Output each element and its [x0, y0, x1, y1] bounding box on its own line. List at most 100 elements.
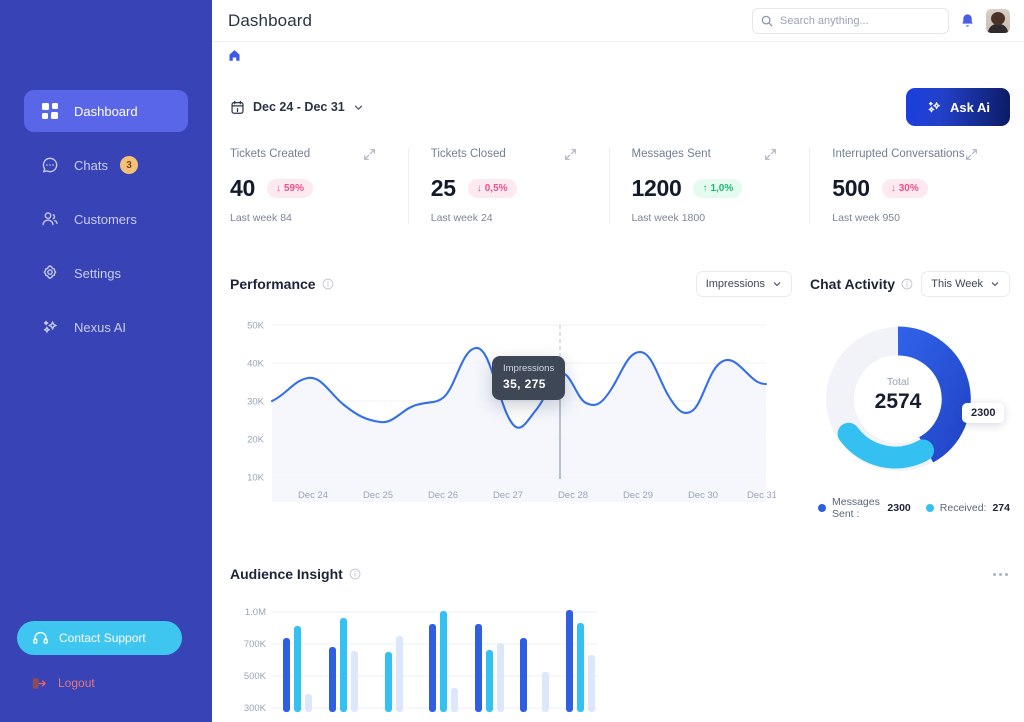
- expand-icon[interactable]: [564, 148, 577, 161]
- sidebar-item-dashboard[interactable]: Dashboard: [24, 90, 188, 132]
- kpi-delta-badge: ↑ 1,0%: [693, 179, 743, 198]
- tooltip-label: Impressions: [503, 363, 555, 374]
- breadcrumb: [212, 42, 1024, 68]
- kpi-value: 25: [430, 175, 456, 201]
- chat-bubble-icon: [40, 155, 60, 175]
- sidebar-item-nexus-ai[interactable]: Nexus AI: [24, 306, 188, 348]
- svg-text:30K: 30K: [247, 397, 265, 408]
- kpi-title: Interrupted Conversations: [832, 148, 965, 160]
- kpi-value: 40: [230, 175, 255, 201]
- chat-activity-legend: Messages Sent : 2300 Received: 274: [810, 496, 1010, 520]
- chart-row: Performance Impressions 50K 40K 30K 20K …: [212, 270, 1024, 520]
- audience-bar-chart: 1.0M 700K 500K 300K: [244, 607, 598, 712]
- sidebar-item-customers[interactable]: Customers: [24, 198, 188, 240]
- svg-text:40K: 40K: [247, 359, 265, 370]
- kpi-value: 500: [832, 175, 870, 201]
- kpi-card-tickets-created: Tickets Created 40 ↓ 59% Last week 84: [230, 148, 408, 224]
- kpi-title: Messages Sent: [631, 148, 711, 160]
- svg-text:Dec 28: Dec 28: [558, 490, 588, 501]
- chat-activity-title: Chat Activity: [810, 276, 896, 292]
- contact-support-label: Contact Support: [59, 631, 146, 645]
- svg-text:50K: 50K: [247, 321, 265, 332]
- svg-text:Dec 27: Dec 27: [493, 490, 523, 501]
- sidebar-item-label: Chats: [74, 157, 108, 173]
- svg-text:1.0M: 1.0M: [245, 607, 266, 618]
- sparkle-icon: [40, 317, 60, 337]
- sidebar-nav: Dashboard Chats 3 Customers Settings Nex…: [0, 90, 212, 360]
- toolbar: Dec 24 - Dec 31 Ask Ai: [212, 80, 1024, 134]
- ask-ai-label: Ask Ai: [950, 99, 990, 115]
- expand-icon[interactable]: [764, 148, 777, 161]
- kpi-delta-value: 30%: [898, 183, 919, 194]
- kpi-title: Tickets Closed: [430, 148, 506, 160]
- arrow-down-icon: ↓: [275, 183, 281, 194]
- audience-insight-title: Audience Insight: [230, 566, 343, 582]
- sidebar-item-settings[interactable]: Settings: [24, 252, 188, 294]
- arrow-up-icon: ↑: [702, 183, 708, 194]
- kpi-delta-badge: ↓ 30%: [881, 179, 928, 198]
- legend-value: 274: [992, 502, 1010, 514]
- gear-icon: [40, 263, 60, 283]
- kpi-title: Tickets Created: [230, 148, 311, 160]
- performance-line-chart: 50K 40K 30K 20K 10K Dec 24 Dec 25 Dec 26…: [247, 321, 776, 502]
- chevron-down-icon: [990, 279, 1000, 289]
- svg-text:300K: 300K: [244, 703, 267, 712]
- arrow-down-icon: ↓: [476, 183, 482, 194]
- info-icon[interactable]: [901, 278, 913, 290]
- performance-chart: 50K 40K 30K 20K 10K Dec 24 Dec 25 Dec 26…: [230, 312, 792, 502]
- kpi-delta-badge: ↓ 59%: [266, 179, 313, 198]
- expand-icon[interactable]: [363, 148, 376, 161]
- chat-activity-period-label: This Week: [931, 278, 983, 290]
- audience-more-options-icon[interactable]: [991, 567, 1010, 582]
- performance-metric-select[interactable]: Impressions: [695, 271, 792, 297]
- kpi-delta-value: 1,0%: [710, 183, 734, 194]
- sparkle-icon: [926, 99, 943, 116]
- users-icon: [40, 209, 60, 229]
- logout-label: Logout: [58, 676, 95, 690]
- donut-callout: 2300: [962, 403, 1005, 423]
- kpi-card-interrupted-conversations: Interrupted Conversations 500 ↓ 30% Last…: [809, 148, 1010, 224]
- logout-icon: [31, 675, 47, 691]
- audience-insight-chart: 1.0M 700K 500K 300K: [230, 602, 1010, 712]
- sidebar: Dashboard Chats 3 Customers Settings Nex…: [0, 0, 212, 722]
- kpi-subtext: Last week 24: [430, 212, 493, 224]
- sidebar-item-label: Dashboard: [74, 103, 138, 119]
- kpi-delta-value: 59%: [283, 183, 304, 194]
- legend-label: Received:: [939, 502, 987, 514]
- headset-icon: [31, 629, 49, 647]
- kpi-subtext: Last week 84: [230, 212, 292, 224]
- kpi-row: Tickets Created 40 ↓ 59% Last week 84 Ti: [212, 148, 1024, 224]
- legend-dot-icon: [925, 504, 934, 512]
- svg-text:500K: 500K: [244, 671, 267, 682]
- kpi-subtext: Last week 1800: [631, 212, 706, 224]
- ask-ai-button[interactable]: Ask Ai: [906, 88, 1010, 126]
- performance-title: Performance: [230, 276, 316, 292]
- sidebar-item-chats[interactable]: Chats 3: [24, 144, 188, 186]
- avatar[interactable]: [986, 8, 1010, 33]
- info-icon[interactable]: [322, 278, 334, 290]
- svg-text:Dec 31: Dec 31: [747, 490, 776, 501]
- kpi-card-messages-sent: Messages Sent 1200 ↑ 1,0% Last week 1800: [608, 148, 810, 224]
- page-title: Dashboard: [228, 10, 313, 30]
- svg-text:20K: 20K: [247, 435, 265, 446]
- tooltip-value: 35, 275: [503, 377, 546, 391]
- legend-value: 2300: [887, 502, 911, 514]
- contact-support-button[interactable]: Contact Support: [17, 621, 182, 655]
- notification-bell-icon[interactable]: [960, 13, 975, 29]
- search-box[interactable]: [752, 7, 949, 34]
- logout-button[interactable]: Logout: [31, 675, 95, 691]
- home-icon[interactable]: [228, 49, 241, 62]
- search-icon: [761, 15, 773, 27]
- main-content: Dashboard Search anything... Dec 24 - De…: [212, 0, 1024, 722]
- chat-activity-card: Chat Activity This Week Total 2574 2300 …: [810, 270, 1010, 520]
- kpi-subtext: Last week 950: [832, 212, 900, 224]
- info-icon[interactable]: [349, 568, 361, 580]
- date-range-picker[interactable]: Dec 24 - Dec 31: [230, 100, 364, 115]
- expand-icon[interactable]: [965, 148, 978, 161]
- kpi-value: 1200: [631, 175, 682, 201]
- svg-text:10K: 10K: [247, 473, 265, 484]
- sidebar-item-label: Customers: [74, 211, 137, 227]
- grid-icon: [40, 101, 60, 121]
- search-input[interactable]: [780, 14, 940, 27]
- chat-activity-period-select[interactable]: This Week: [921, 271, 1010, 297]
